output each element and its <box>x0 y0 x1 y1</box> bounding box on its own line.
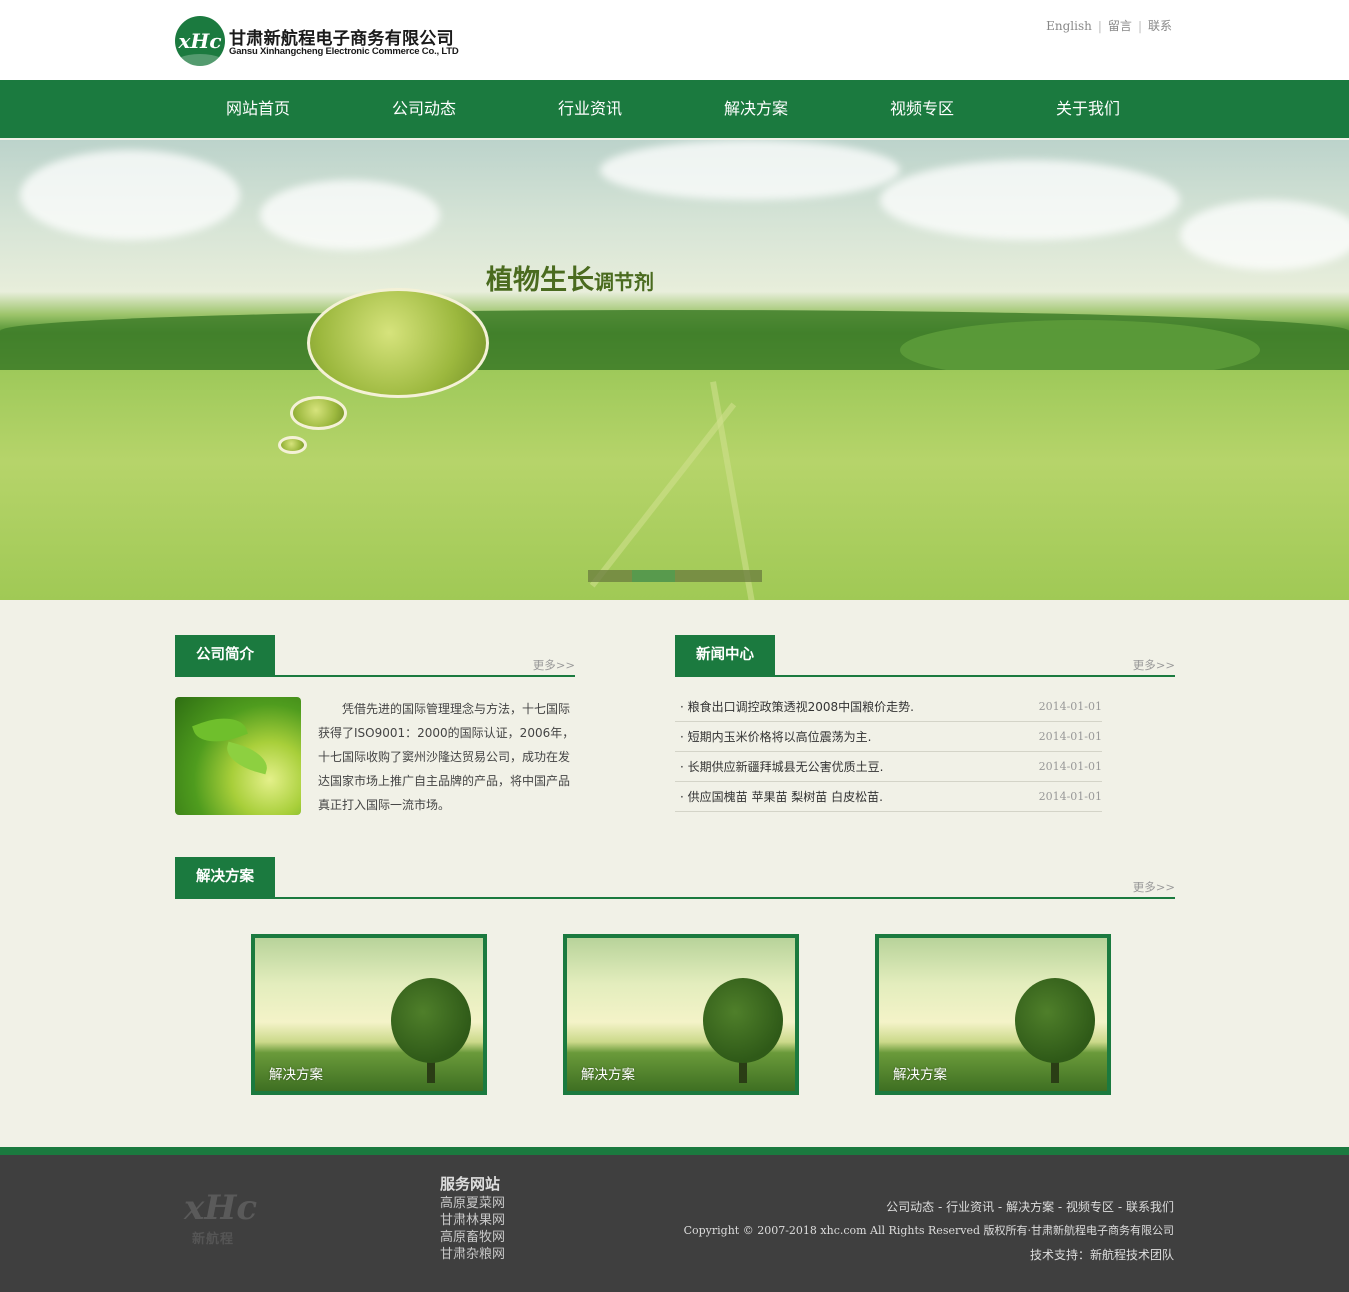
banner-cloud <box>20 150 240 240</box>
service-sites-list: 高原夏菜网 甘肃林果网 高原畜牧网 甘肃杂粮网 <box>440 1195 505 1263</box>
nav-item-solutions[interactable]: 解决方案 <box>673 80 839 138</box>
solutions-section-header: 解决方案 更多>> <box>175 857 1175 899</box>
leaf-shape <box>222 741 272 775</box>
solution-card-label: 解决方案 <box>893 1067 947 1083</box>
footer-info: 公司动态 - 行业资讯 - 解决方案 - 视频专区 - 联系我们 Copyrig… <box>684 1195 1174 1267</box>
news-item[interactable]: · 供应国槐苗 苹果苗 梨树苗 白皮松苗. 2014-01-01 <box>675 782 1102 812</box>
nav-item-company-news[interactable]: 公司动态 <box>341 80 507 138</box>
slider-dot[interactable] <box>588 570 632 582</box>
tree-canopy <box>703 978 783 1063</box>
tree-canopy <box>1015 978 1095 1063</box>
news-section-title: 新闻中心 <box>675 635 775 675</box>
slider-dot-active[interactable] <box>631 570 675 582</box>
nav-item-videos[interactable]: 视频专区 <box>839 80 1005 138</box>
footer-logo: xHc 新航程 <box>184 1188 258 1258</box>
news-date: 2014-01-01 <box>1038 730 1102 743</box>
service-sites-title: 服务网站 <box>440 1175 501 1193</box>
nav-item-industry-info[interactable]: 行业资讯 <box>507 80 673 138</box>
solution-card[interactable]: 解决方案 <box>251 934 487 1095</box>
news-date: 2014-01-01 <box>1038 760 1102 773</box>
about-more-link[interactable]: 更多>> <box>533 657 575 673</box>
slider-dot[interactable] <box>675 570 719 582</box>
footer-logo-cn: 新航程 <box>192 1232 235 1247</box>
main-nav: 网站首页 公司动态 行业资讯 解决方案 视频专区 关于我们 <box>0 80 1349 138</box>
news-title[interactable]: · 供应国槐苗 苹果苗 梨树苗 白皮松苗. <box>680 790 883 804</box>
tree-canopy <box>391 978 471 1063</box>
about-image <box>175 697 301 815</box>
solution-card[interactable]: 解决方案 <box>875 934 1111 1095</box>
news-item[interactable]: · 粮食出口调控政策透视2008中国粮价走势. 2014-01-01 <box>675 692 1102 722</box>
logo-badge: xHc <box>175 16 225 66</box>
news-title[interactable]: · 粮食出口调控政策透视2008中国粮价走势. <box>680 700 914 714</box>
solution-card-label: 解决方案 <box>581 1067 635 1083</box>
news-section-header: 新闻中心 更多>> <box>675 635 1175 677</box>
banner-title: 植物生长调节剂 <box>486 258 654 297</box>
service-site-link[interactable]: 高原畜牧网 <box>440 1229 505 1246</box>
site-footer: xHc 新航程 服务网站 高原夏菜网 甘肃林果网 高原畜牧网 甘肃杂粮网 公司动… <box>0 1155 1349 1292</box>
banner-cloud <box>260 180 440 250</box>
banner-title-sub: 调节剂 <box>594 270 654 294</box>
footer-copyright: Copyright © 2007-2018 xhc.com All Rights… <box>683 1224 1174 1237</box>
site-header: xHc 甘肃新航程电子商务有限公司 Gansu Xinhangcheng Ele… <box>0 0 1349 80</box>
footer-nav-links[interactable]: 公司动态 - 行业资讯 - 解决方案 - 视频专区 - 联系我们 <box>684 1195 1174 1219</box>
footer-accent-bar <box>0 1147 1349 1155</box>
banner-title-main: 植物生长 <box>486 265 594 296</box>
company-name-en: Gansu Xinhangcheng Electronic Commerce C… <box>229 46 459 57</box>
news-item[interactable]: · 长期供应新疆拜城县无公害优质土豆. 2014-01-01 <box>675 752 1102 782</box>
site-logo[interactable]: xHc 甘肃新航程电子商务有限公司 Gansu Xinhangcheng Ele… <box>175 16 465 66</box>
about-text: 凭借先进的国际管理理念与方法，十七国际获得了ISO9001：2000的国际认证，… <box>318 702 575 812</box>
about-section-header: 公司简介 更多>> <box>175 635 575 677</box>
top-links: English | 留言 | 联系 <box>1046 19 1172 33</box>
news-title[interactable]: · 长期供应新疆拜城县无公害优质土豆. <box>680 760 883 774</box>
top-link-contact[interactable]: 联系 <box>1148 19 1172 33</box>
banner-bubble-small <box>278 436 307 454</box>
slider-indicators <box>588 570 762 582</box>
banner-bubble-large <box>307 288 489 398</box>
solution-card-label: 解决方案 <box>269 1067 323 1083</box>
about-section-title: 公司简介 <box>175 635 275 675</box>
nav-item-about[interactable]: 关于我们 <box>1005 80 1171 138</box>
solution-card[interactable]: 解决方案 <box>563 934 799 1095</box>
solutions-section-title: 解决方案 <box>175 857 275 897</box>
news-title[interactable]: · 短期内玉米价格将以高位震荡为主. <box>680 730 871 744</box>
slider-dot[interactable] <box>718 570 762 582</box>
hero-banner[interactable]: 植物生长调节剂 <box>0 140 1349 600</box>
solutions-more-link[interactable]: 更多>> <box>1133 879 1175 895</box>
top-link-message[interactable]: 留言 <box>1108 19 1132 33</box>
banner-bubble-medium <box>290 396 347 430</box>
footer-logo-mark: xHc <box>184 1188 258 1228</box>
service-site-link[interactable]: 甘肃杂粮网 <box>440 1246 505 1263</box>
banner-cloud <box>600 140 900 200</box>
service-site-link[interactable]: 高原夏菜网 <box>440 1195 505 1212</box>
service-site-link[interactable]: 甘肃林果网 <box>440 1212 505 1229</box>
news-date: 2014-01-01 <box>1038 790 1102 803</box>
news-list: · 粮食出口调控政策透视2008中国粮价走势. 2014-01-01 · 短期内玉… <box>675 692 1102 812</box>
news-item[interactable]: · 短期内玉米价格将以高位震荡为主. 2014-01-01 <box>675 722 1102 752</box>
banner-cloud <box>1180 200 1349 270</box>
nav-item-home[interactable]: 网站首页 <box>175 80 341 138</box>
top-link-english[interactable]: English <box>1046 19 1092 33</box>
news-date: 2014-01-01 <box>1038 700 1102 713</box>
news-more-link[interactable]: 更多>> <box>1133 657 1175 673</box>
banner-cloud <box>880 160 1180 240</box>
footer-support: 技术支持：新航程技术团队 <box>1029 1248 1174 1262</box>
